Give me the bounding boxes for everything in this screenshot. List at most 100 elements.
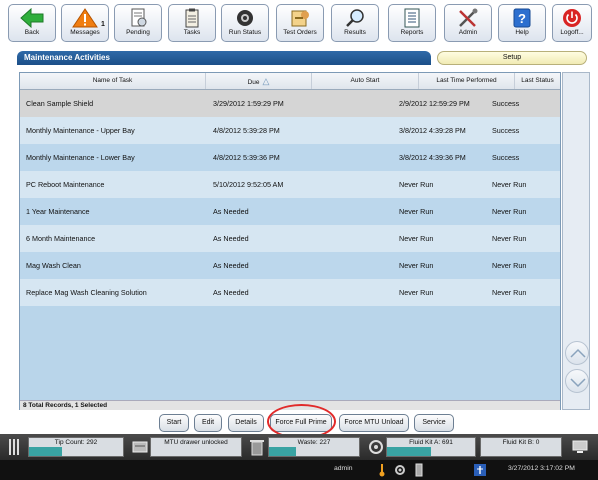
setup-tab[interactable]: Setup xyxy=(437,51,587,65)
record-count: 8 Total Records, 1 Selected xyxy=(23,402,108,409)
column-header-auto-start[interactable]: Auto Start xyxy=(312,73,419,89)
tip-count-indicator: Tip Count: 292 xyxy=(28,437,124,457)
logged-in-user: admin xyxy=(334,465,353,472)
chevron-down-icon xyxy=(570,378,586,388)
cell-name: Clean Sample Shield xyxy=(26,99,94,108)
table-row[interactable]: Monthly Maintenance - Upper Bay 4/8/2012 … xyxy=(20,117,560,144)
edit-button[interactable]: Edit xyxy=(194,414,222,432)
test-orders-button[interactable]: Test Orders xyxy=(276,4,324,42)
page-title: Maintenance Activities xyxy=(24,53,110,62)
battery-icon xyxy=(415,463,423,477)
messages-button[interactable]: 1 Messages xyxy=(61,4,109,42)
thermometer-icon xyxy=(379,464,385,477)
tasks-button[interactable]: Tasks xyxy=(168,4,216,42)
cell-last: 3/8/2012 4:39:36 PM xyxy=(399,153,466,162)
cell-status: Success xyxy=(492,99,520,108)
reports-button[interactable]: Reports xyxy=(388,4,436,42)
column-header-last-status[interactable]: Last Status xyxy=(515,73,560,89)
main-toolbar: Back 1 Messages Pending Tasks Run Status… xyxy=(8,0,592,44)
admin-label: Admin xyxy=(458,29,478,36)
cell-last: 2/9/2012 12:59:29 PM xyxy=(399,99,470,108)
cell-name: Monthly Maintenance - Lower Bay xyxy=(26,153,135,162)
admin-button[interactable]: Admin xyxy=(444,4,492,42)
chevron-up-icon xyxy=(570,348,586,358)
fluid-kit-icon xyxy=(369,440,383,454)
cell-last: Never Run xyxy=(399,234,434,243)
cell-last: 3/8/2012 4:39:28 PM xyxy=(399,126,466,135)
table-row[interactable]: 1 Year Maintenance As Needed Never Run Neve… xyxy=(20,198,560,225)
table-row[interactable]: PC Reboot Maintenance 5/10/2012 9:52:05 A… xyxy=(20,171,560,198)
cell-due: 5/10/2012 9:52:05 AM xyxy=(213,180,284,189)
usb-icon[interactable] xyxy=(473,463,487,477)
run-status-icon xyxy=(237,10,253,26)
force-mtu-unload-button[interactable]: Force MTU Unload xyxy=(339,414,409,432)
table-header: Name of Task Due △ Auto Start Last Time P… xyxy=(20,73,560,90)
test-orders-icon xyxy=(291,10,309,27)
cell-name: Monthly Maintenance - Upper Bay xyxy=(26,126,135,135)
cell-due: As Needed xyxy=(213,261,249,270)
results-label: Results xyxy=(344,29,366,36)
cell-due: As Needed xyxy=(213,207,249,216)
logoff-label: Logoff... xyxy=(560,29,584,36)
cell-status: Never Run xyxy=(492,234,527,243)
service-button[interactable]: Service xyxy=(414,414,454,432)
fluid-kit-b-indicator: Fluid Kit B: 0 xyxy=(480,437,562,457)
help-button[interactable]: ? Help xyxy=(498,4,546,42)
results-button[interactable]: Results xyxy=(331,4,379,42)
pending-label: Pending xyxy=(126,29,150,36)
action-bar: Start Edit Details Force Full Prime Forc… xyxy=(0,412,598,434)
pending-button[interactable]: Pending xyxy=(114,4,162,42)
scroll-down-button[interactable] xyxy=(565,369,589,393)
run-status-button[interactable]: Run Status xyxy=(221,4,269,42)
cell-status: Success xyxy=(492,153,520,162)
monitor-icon[interactable] xyxy=(572,440,588,454)
warning-icon xyxy=(72,8,98,28)
cell-name: Replace Mag Wash Cleaning Solution xyxy=(26,288,147,297)
status-bar: Tip Count: 292 MTU drawer unlocked Waste… xyxy=(0,434,598,460)
cell-last: Never Run xyxy=(399,288,434,297)
table-scrollbar[interactable] xyxy=(562,72,590,410)
cell-name: 6 Month Maintenance xyxy=(26,234,96,243)
waste-text: Waste: 227 xyxy=(297,439,331,446)
column-header-last-performed[interactable]: Last Time Performed xyxy=(419,73,515,89)
cell-last: Never Run xyxy=(399,207,434,216)
pending-document-icon xyxy=(131,8,147,27)
force-full-prime-button[interactable]: Force Full Prime xyxy=(270,414,332,432)
scroll-up-button[interactable] xyxy=(565,341,589,365)
cell-status: Never Run xyxy=(492,180,527,189)
details-button[interactable]: Details xyxy=(228,414,264,432)
waste-indicator: Waste: 227 xyxy=(268,437,360,457)
back-button[interactable]: Back xyxy=(8,4,56,42)
logoff-button[interactable]: Logoff... xyxy=(552,4,592,42)
svg-text:?: ? xyxy=(518,11,526,26)
mtu-drawer-text: MTU drawer unlocked xyxy=(164,439,228,446)
clipboard-icon xyxy=(185,8,199,28)
tip-level-fill xyxy=(29,447,62,456)
run-status-label: Run Status xyxy=(228,29,262,36)
cell-name: 1 Year Maintenance xyxy=(26,207,90,216)
column-header-due[interactable]: Due △ xyxy=(206,73,312,89)
table-row[interactable]: Monthly Maintenance - Lower Bay 4/8/2012 … xyxy=(20,144,560,171)
maintenance-table: Name of Task Due △ Auto Start Last Time P… xyxy=(19,72,561,410)
cell-due: 4/8/2012 5:39:28 PM xyxy=(213,126,280,135)
menu-grip-icon[interactable] xyxy=(8,439,22,455)
help-icon: ? xyxy=(513,8,531,28)
column-header-name[interactable]: Name of Task xyxy=(20,73,206,89)
table-row[interactable]: Clean Sample Shield 3/29/2012 1:59:29 PM 2… xyxy=(20,90,560,117)
messages-label: Messages xyxy=(70,29,100,36)
cell-due: 3/29/2012 1:59:29 PM xyxy=(213,99,284,108)
setup-tab-label: Setup xyxy=(502,54,522,61)
cell-last: Never Run xyxy=(399,261,434,270)
start-button[interactable]: Start xyxy=(159,414,189,432)
table-row[interactable]: Mag Wash Clean As Needed Never Run Never Ru… xyxy=(20,252,560,279)
fluid-kit-a-indicator: Fluid Kit A: 691 xyxy=(386,437,476,457)
clock: 3/27/2012 3:17:02 PM xyxy=(508,465,575,472)
report-document-icon xyxy=(404,8,420,28)
table-row[interactable]: 6 Month Maintenance As Needed Never Run Nev… xyxy=(20,225,560,252)
tools-icon xyxy=(459,8,478,27)
power-icon xyxy=(563,9,581,27)
cell-status: Never Run xyxy=(492,288,527,297)
table-row[interactable]: Replace Mag Wash Cleaning Solution As Nee… xyxy=(20,279,560,306)
system-tray: admin 3/27/2012 3:17:02 PM xyxy=(0,460,598,480)
page-title-bar: Maintenance Activities xyxy=(17,51,431,65)
